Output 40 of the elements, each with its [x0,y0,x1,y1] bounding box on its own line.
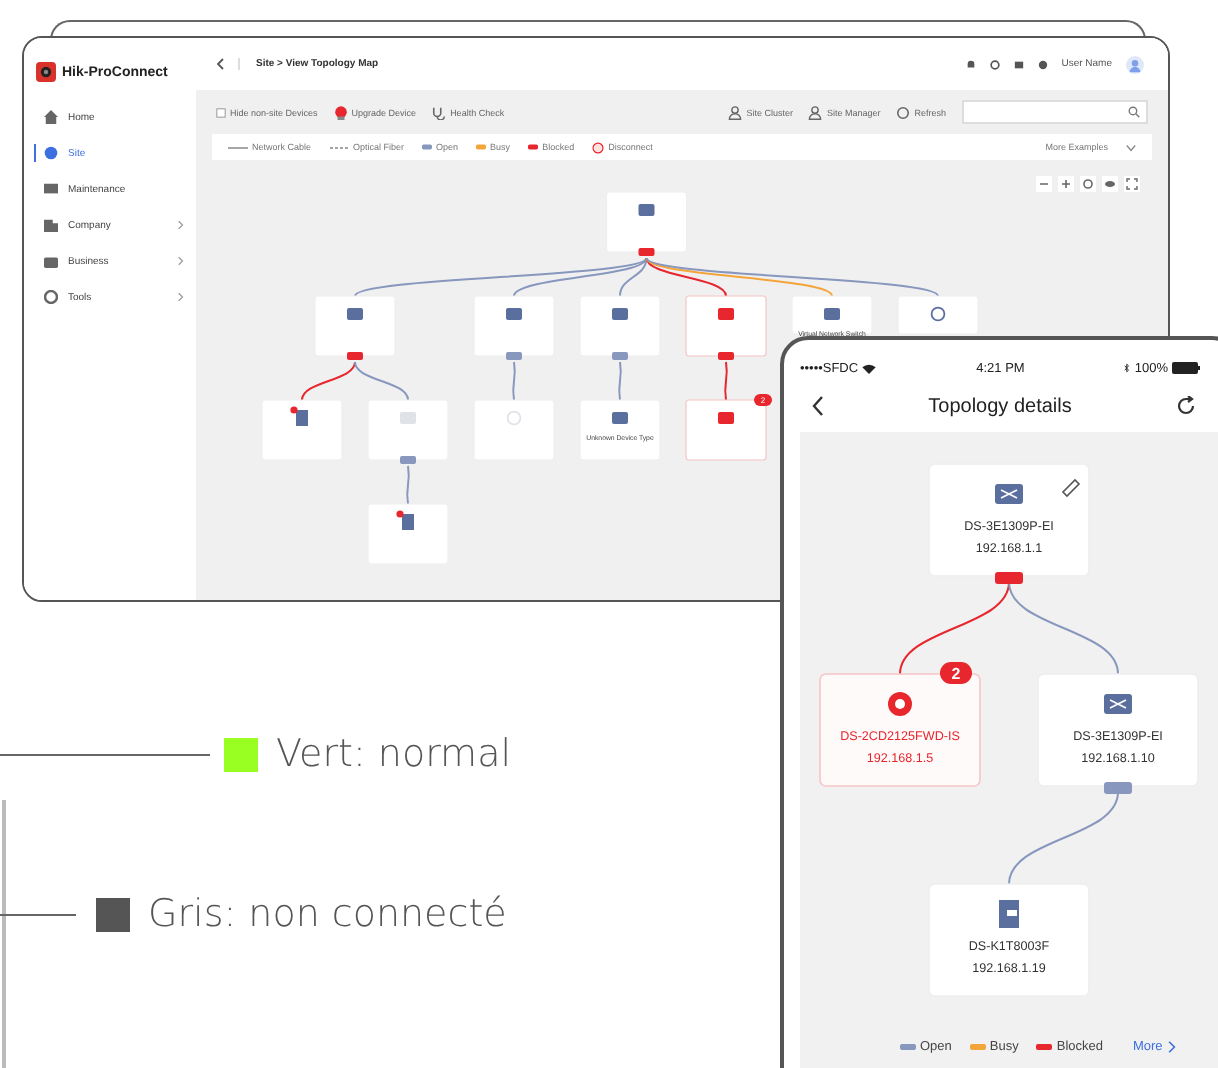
upgrade-icon [333,105,348,119]
solid-line-icon [228,145,248,149]
chevron-icon [178,256,184,266]
back-icon[interactable] [812,396,824,416]
fullscreen-button[interactable] [1124,176,1140,192]
link-color-icon [476,144,487,150]
link-color-icon [969,1044,986,1050]
disconnect-icon [592,141,605,153]
zoom-in-button[interactable] [1058,176,1074,192]
zoom-out-button[interactable] [1036,176,1052,192]
locate-button[interactable] [1080,176,1096,192]
person-icon [808,105,823,119]
dashed-line-icon [329,145,350,149]
stethoscope-icon [432,105,447,119]
chevron-icon [178,220,184,230]
view-button[interactable] [1102,176,1118,192]
link-color-icon [528,144,539,150]
building-icon [44,218,58,232]
back-icon[interactable] [216,58,224,70]
screen-title: Topology details [928,395,1072,417]
battery-icon [1172,362,1201,374]
link-color-icon [900,1044,916,1050]
bluetooth-icon [1124,362,1131,374]
search-field[interactable] [962,100,1148,124]
avatar-icon[interactable] [1126,55,1144,73]
home-icon [44,110,58,124]
chevron-icon [1168,1040,1177,1054]
camera-logo-icon [36,62,56,82]
wifi-icon [862,363,877,373]
chevron-icon [178,292,184,302]
checkbox[interactable] [216,107,226,117]
leader-line [0,913,76,915]
link-color-icon [1036,1044,1053,1050]
callout-text: Vert: normal [276,732,511,776]
device-node[interactable] [685,295,767,360]
caret-icon [1126,143,1136,151]
search-icon [1128,106,1140,118]
person-icon [728,105,743,119]
callout-text: Gris: non connecté [148,892,507,936]
link-color-icon [422,144,433,150]
